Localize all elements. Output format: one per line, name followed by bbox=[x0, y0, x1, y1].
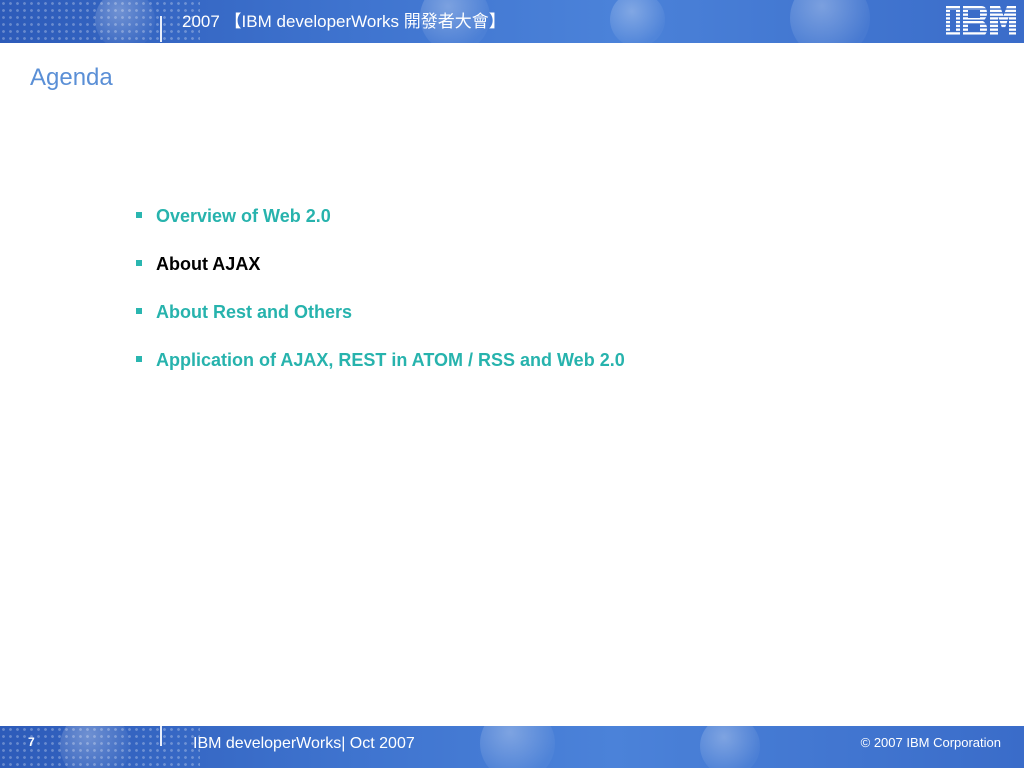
header-divider bbox=[160, 16, 162, 42]
page-title: Agenda bbox=[30, 64, 113, 91]
footer-band: 7 IBM developerWorks| Oct 2007 © 2007 IB… bbox=[0, 726, 1024, 768]
footer-bubble bbox=[480, 726, 555, 768]
copyright-text: © 2007 IBM Corporation bbox=[860, 735, 1001, 750]
agenda-item-label: Application of AJAX, REST in ATOM / RSS … bbox=[156, 350, 625, 370]
agenda-item-overview-web2[interactable]: Overview of Web 2.0 bbox=[136, 204, 625, 252]
bullet-icon bbox=[136, 212, 142, 218]
header-bubble bbox=[95, 0, 155, 43]
agenda-item-application[interactable]: Application of AJAX, REST in ATOM / RSS … bbox=[136, 348, 625, 396]
bullet-icon bbox=[136, 308, 142, 314]
footer-divider bbox=[160, 726, 162, 746]
agenda-item-about-rest[interactable]: About Rest and Others bbox=[136, 300, 625, 348]
footer-event-text: IBM developerWorks| Oct 2007 bbox=[193, 735, 415, 752]
footer-bubble bbox=[60, 726, 130, 768]
agenda-item-about-ajax[interactable]: About AJAX bbox=[136, 252, 625, 300]
slide: 2007 【IBM developerWorks 開發者大會】 Agenda O… bbox=[0, 0, 1024, 768]
header-bubble bbox=[790, 0, 870, 43]
header-band: 2007 【IBM developerWorks 開發者大會】 bbox=[0, 0, 1024, 43]
agenda-list: Overview of Web 2.0 About AJAX About Res… bbox=[136, 204, 625, 396]
page-number: 7 bbox=[28, 735, 35, 749]
header-bubble bbox=[610, 0, 665, 43]
footer-bubble bbox=[700, 726, 760, 768]
agenda-item-label: About Rest and Others bbox=[156, 302, 353, 322]
header-title: 2007 【IBM developerWorks 開發者大會】 bbox=[182, 12, 506, 31]
agenda-item-label: About AJAX bbox=[156, 254, 261, 274]
agenda-item-label: Overview of Web 2.0 bbox=[156, 206, 331, 226]
bullet-icon bbox=[136, 260, 142, 266]
ibm-logo bbox=[946, 6, 1016, 36]
bullet-icon bbox=[136, 356, 142, 362]
